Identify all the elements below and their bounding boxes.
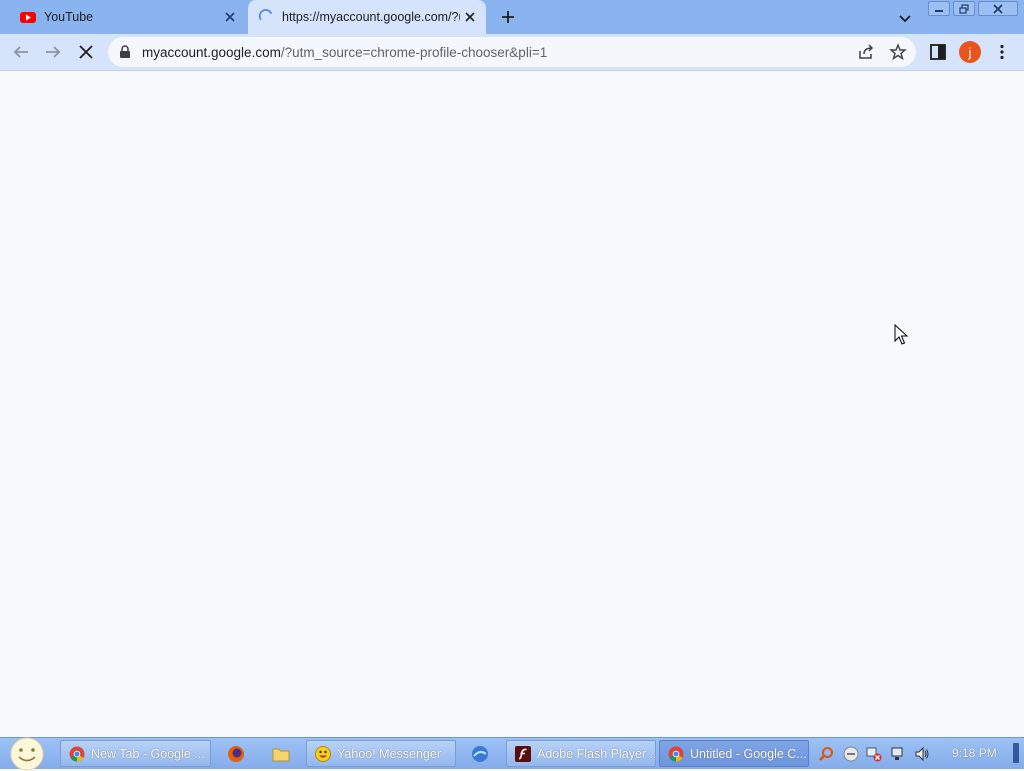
show-desktop-button[interactable]: [1013, 743, 1019, 763]
tab-youtube[interactable]: YouTube: [10, 0, 246, 34]
url-path: /?utm_source=chrome-profile-chooser&pli=…: [280, 44, 548, 60]
youtube-icon: [20, 12, 36, 23]
page-content: [0, 71, 1024, 736]
tab-strip: YouTube https://myaccount.google.com/?ut…: [0, 0, 1024, 34]
chrome-icon: [69, 746, 85, 762]
back-arrow-icon[interactable]: [12, 43, 30, 61]
smiley-start-icon: [10, 737, 44, 770]
close-icon: [225, 12, 235, 22]
network-error-icon[interactable]: [866, 746, 882, 762]
profile-avatar[interactable]: j: [959, 41, 981, 63]
network-computer-icon[interactable]: [890, 746, 906, 762]
tab-title: https://myaccount.google.com/?utm_source…: [282, 10, 460, 24]
url-host: myaccount.google.com: [142, 44, 281, 60]
mouse-pointer-icon: [894, 324, 908, 345]
kebab-menu-icon[interactable]: [993, 43, 1011, 61]
search-tray-icon[interactable]: [818, 746, 834, 762]
taskbar-button-new-tab[interactable]: New Tab - Google ...: [60, 740, 211, 767]
minimize-button[interactable]: [928, 1, 950, 16]
taskbar: New Tab - Google ... Yahoo! Messenger Ad…: [0, 737, 1024, 770]
taskbar-button-untitled-chrome[interactable]: Untitled - Google C...: [659, 740, 809, 767]
new-tab-button[interactable]: [498, 7, 518, 27]
address-bar[interactable]: myaccount.google.com/?utm_source=chrome-…: [108, 37, 916, 67]
minimize-icon: [935, 9, 943, 12]
start-button[interactable]: [7, 737, 47, 770]
lock-icon[interactable]: [118, 45, 132, 59]
volume-icon[interactable]: [914, 746, 930, 762]
bookmark-star-icon[interactable]: [889, 43, 907, 61]
side-panel-icon[interactable]: [929, 43, 947, 61]
stop-loading-icon[interactable]: [77, 43, 95, 61]
chrome-icon: [668, 746, 684, 762]
tab-myaccount[interactable]: https://myaccount.google.com/?utm_source…: [248, 0, 486, 34]
taskbar-button-label: Adobe Flash Player ...: [537, 746, 655, 761]
flash-icon: [515, 745, 531, 762]
close-window-button[interactable]: [978, 1, 1018, 16]
tab-close-button[interactable]: [460, 7, 480, 27]
restore-icon: [959, 3, 969, 14]
tab-title: YouTube: [44, 10, 94, 24]
tab-close-button[interactable]: [220, 7, 240, 27]
url-text: myaccount.google.com/?utm_source=chrome-…: [142, 45, 547, 60]
tab-search-chevron-icon[interactable]: [896, 9, 914, 27]
browser-globe-icon[interactable]: [471, 745, 489, 763]
taskbar-button-label: Untitled - Google C...: [690, 746, 807, 761]
loading-spinner-icon: [258, 9, 272, 20]
close-icon: [993, 3, 1003, 14]
taskbar-button-flash-player[interactable]: Adobe Flash Player ...: [506, 740, 656, 767]
taskbar-button-yahoo-messenger[interactable]: Yahoo! Messenger: [306, 740, 456, 767]
share-icon[interactable]: [857, 43, 875, 61]
browser-toolbar: myaccount.google.com/?utm_source=chrome-…: [0, 34, 1024, 71]
folder-icon[interactable]: [272, 745, 290, 763]
taskbar-button-label: New Tab - Google ...: [91, 746, 205, 761]
restore-button[interactable]: [953, 1, 975, 16]
close-icon: [465, 12, 475, 22]
forward-arrow-icon[interactable]: [44, 43, 62, 61]
taskbar-button-label: Yahoo! Messenger: [337, 746, 441, 761]
system-clock: 9:18 PM: [952, 746, 997, 760]
messenger-tray-icon[interactable]: [843, 746, 859, 762]
firefox-icon[interactable]: [227, 745, 245, 763]
yahoo-messenger-icon: [315, 745, 331, 762]
